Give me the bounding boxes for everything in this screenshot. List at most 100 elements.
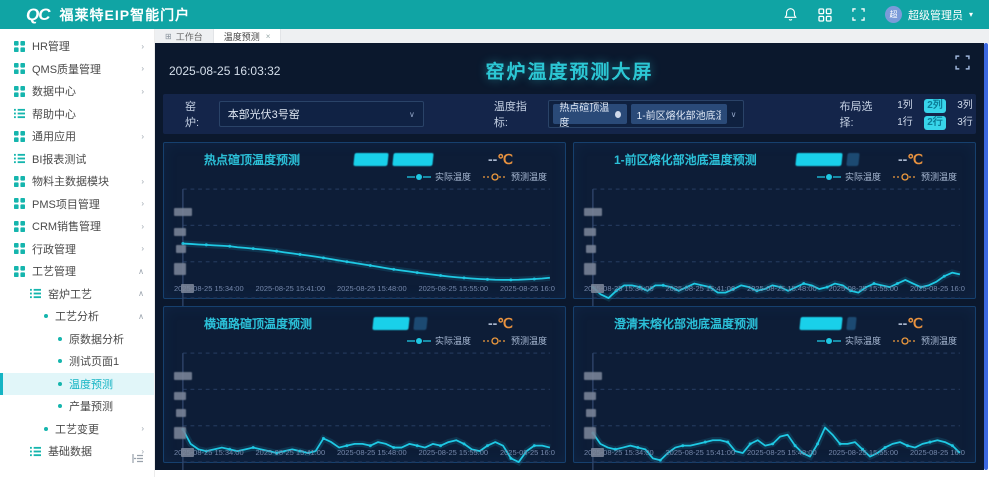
- metric-tag: 热点碹顶温度: [553, 103, 627, 129]
- sidebar-item-label: 原数据分析: [69, 333, 124, 346]
- line-chart[interactable]: [584, 348, 965, 470]
- tab-label: 温度预测: [223, 31, 260, 42]
- layout-rows-row: 1行 2行 3行: [894, 115, 976, 130]
- bell-icon[interactable]: [783, 7, 798, 22]
- dashboard-scrollbar[interactable]: [984, 43, 988, 470]
- redaction-block: [174, 227, 186, 236]
- panel-title: 横通路碹顶温度预测: [204, 316, 313, 331]
- redaction-block: [591, 284, 604, 293]
- legend-actual[interactable]: 实际温度: [816, 170, 881, 183]
- sidebar-item-产量预测[interactable]: 产量预测: [0, 395, 154, 418]
- fullscreen-icon[interactable]: [852, 8, 865, 21]
- line-chart[interactable]: [174, 184, 555, 372]
- grid-icon: [14, 175, 25, 187]
- tag-remove-icon[interactable]: [614, 110, 621, 118]
- chevron-right-icon: ›: [141, 176, 144, 186]
- x-axis-labels: 2025-08-25 15:34:00 2025-08-25 15:41:00 20…: [584, 448, 965, 459]
- x-tick-label: 2025-08-25 16:0: [909, 284, 965, 293]
- legend-actual[interactable]: 实际温度: [406, 170, 471, 183]
- value-redacted-blocks: [312, 316, 488, 330]
- redaction-block: [846, 152, 860, 166]
- sidebar-item-数据中心[interactable]: 数据中心 ›: [0, 80, 154, 103]
- x-tick-label: 2025-08-25 15:41:00: [665, 284, 736, 293]
- sidebar-item-QMS质量管理[interactable]: QMS质量管理 ›: [0, 58, 154, 81]
- redaction-block: [174, 427, 186, 440]
- sidebar-item-行政管理[interactable]: 行政管理 ›: [0, 238, 154, 261]
- current-temperature-value: --℃: [897, 314, 923, 331]
- sidebar-item-PMS项目管理[interactable]: PMS项目管理 ›: [0, 193, 154, 216]
- sidebar-item-物料主数据模块[interactable]: 物料主数据模块 ›: [0, 170, 154, 193]
- legend-predicted[interactable]: 预测温度: [892, 170, 957, 183]
- layout-option-col-2列[interactable]: 2列: [924, 98, 947, 113]
- layout-option-col-1列[interactable]: 1列: [894, 99, 916, 113]
- user-name: 超级管理员: [907, 9, 963, 22]
- redaction-block: [584, 427, 596, 440]
- chevron-right-icon: ›: [141, 199, 144, 209]
- tab-工作台[interactable]: ⊞ 工作台: [155, 29, 214, 43]
- grid-icon: [14, 40, 25, 52]
- chart-legend: 实际温度 预测温度: [406, 170, 547, 183]
- list-icon: [30, 446, 41, 457]
- layout-label: 布局选择:: [839, 101, 873, 129]
- sidebar-item-label: 行政管理: [32, 243, 76, 256]
- layout-option-col-3列[interactable]: 3列: [954, 99, 976, 113]
- grid-icon: [14, 130, 25, 142]
- bullet-icon: [58, 381, 62, 386]
- value-redacted-blocks: [758, 316, 898, 330]
- user-menu[interactable]: 超 超级管理员 ▾: [884, 6, 973, 23]
- sidebar-item-通用应用[interactable]: 通用应用 ›: [0, 125, 154, 148]
- legend-predicted[interactable]: 预测温度: [482, 334, 547, 347]
- sidebar-item-测试页面1[interactable]: 测试页面1: [0, 350, 154, 373]
- legend-actual[interactable]: 实际温度: [406, 334, 471, 347]
- list-icon: [14, 108, 25, 119]
- sidebar-item-label: 基础数据: [48, 446, 92, 459]
- dashboard: 2025-08-25 16:03:32 窑炉温度预测大屏 窑炉: 本部光伏3号窑…: [155, 43, 984, 470]
- app-logo: QC: [26, 4, 50, 24]
- chevron-right-icon: ›: [141, 424, 144, 434]
- chevron-down-icon: ∨: [408, 109, 415, 119]
- legend-predicted[interactable]: 预测温度: [482, 170, 547, 183]
- sidebar-item-工艺变更[interactable]: 工艺变更 ›: [0, 418, 154, 441]
- redaction-block: [591, 448, 604, 457]
- collapse-sidebar-icon[interactable]: [132, 451, 144, 469]
- sidebar-item-窑炉工艺[interactable]: 窑炉工艺 ∧: [0, 283, 154, 306]
- sidebar-item-基础数据[interactable]: 基础数据 ›: [0, 440, 154, 463]
- kiln-select[interactable]: 本部光伏3号窑 ∨: [218, 101, 424, 127]
- layout-option-row-3行[interactable]: 3行: [954, 116, 976, 130]
- redaction-block: [799, 316, 843, 330]
- bullet-icon: [58, 336, 62, 341]
- sidebar-item-CRM销售管理[interactable]: CRM销售管理 ›: [0, 215, 154, 238]
- sidebar-item-label: 工艺分析: [55, 311, 99, 324]
- sidebar-item-BI报表测试[interactable]: BI报表测试: [0, 148, 154, 171]
- sidebar-item-帮助中心[interactable]: 帮助中心: [0, 103, 154, 126]
- redaction-block: [181, 448, 194, 457]
- legend-predicted[interactable]: 预测温度: [892, 334, 957, 347]
- sidebar-item-label: 温度预测: [69, 378, 113, 391]
- chevron-down-icon: ∨: [730, 109, 737, 119]
- dashboard-fullscreen-icon[interactable]: [955, 55, 970, 75]
- sidebar-item-工艺分析[interactable]: 工艺分析 ∧: [0, 305, 154, 328]
- redaction-block: [584, 207, 602, 216]
- layout-option-row-2行[interactable]: 2行: [924, 115, 947, 130]
- list-icon: [14, 153, 25, 164]
- line-chart[interactable]: [584, 184, 965, 372]
- metric-multiselect[interactable]: 热点碹顶温度 1-前区熔化部池底温度(温度) ∨: [548, 100, 744, 129]
- x-tick-label: 2025-08-25 15:48:00: [336, 448, 407, 457]
- tab-bar: ⊞ 工作台 温度预测 ×: [155, 29, 989, 43]
- tab-温度预测[interactable]: 温度预测 ×: [213, 29, 282, 43]
- sidebar-item-HR管理[interactable]: HR管理 ›: [0, 35, 154, 58]
- sidebar-item-温度预测[interactable]: 温度预测: [0, 372, 154, 395]
- chevron-right-icon: ›: [141, 221, 144, 231]
- grid-icon: [14, 63, 25, 75]
- close-icon[interactable]: ×: [266, 32, 271, 41]
- line-chart[interactable]: [174, 348, 555, 470]
- sidebar-item-工艺管理[interactable]: 工艺管理 ∧: [0, 260, 154, 283]
- value-redacted-blocks: [300, 152, 488, 166]
- bullet-icon: [58, 404, 62, 409]
- legend-actual[interactable]: 实际温度: [816, 334, 881, 347]
- redaction-block: [584, 263, 596, 276]
- layout-option-row-1行[interactable]: 1行: [894, 116, 916, 130]
- apps-icon[interactable]: [818, 7, 832, 22]
- sidebar-item-label: CRM销售管理: [32, 221, 102, 234]
- sidebar-item-原数据分析[interactable]: 原数据分析: [0, 328, 154, 351]
